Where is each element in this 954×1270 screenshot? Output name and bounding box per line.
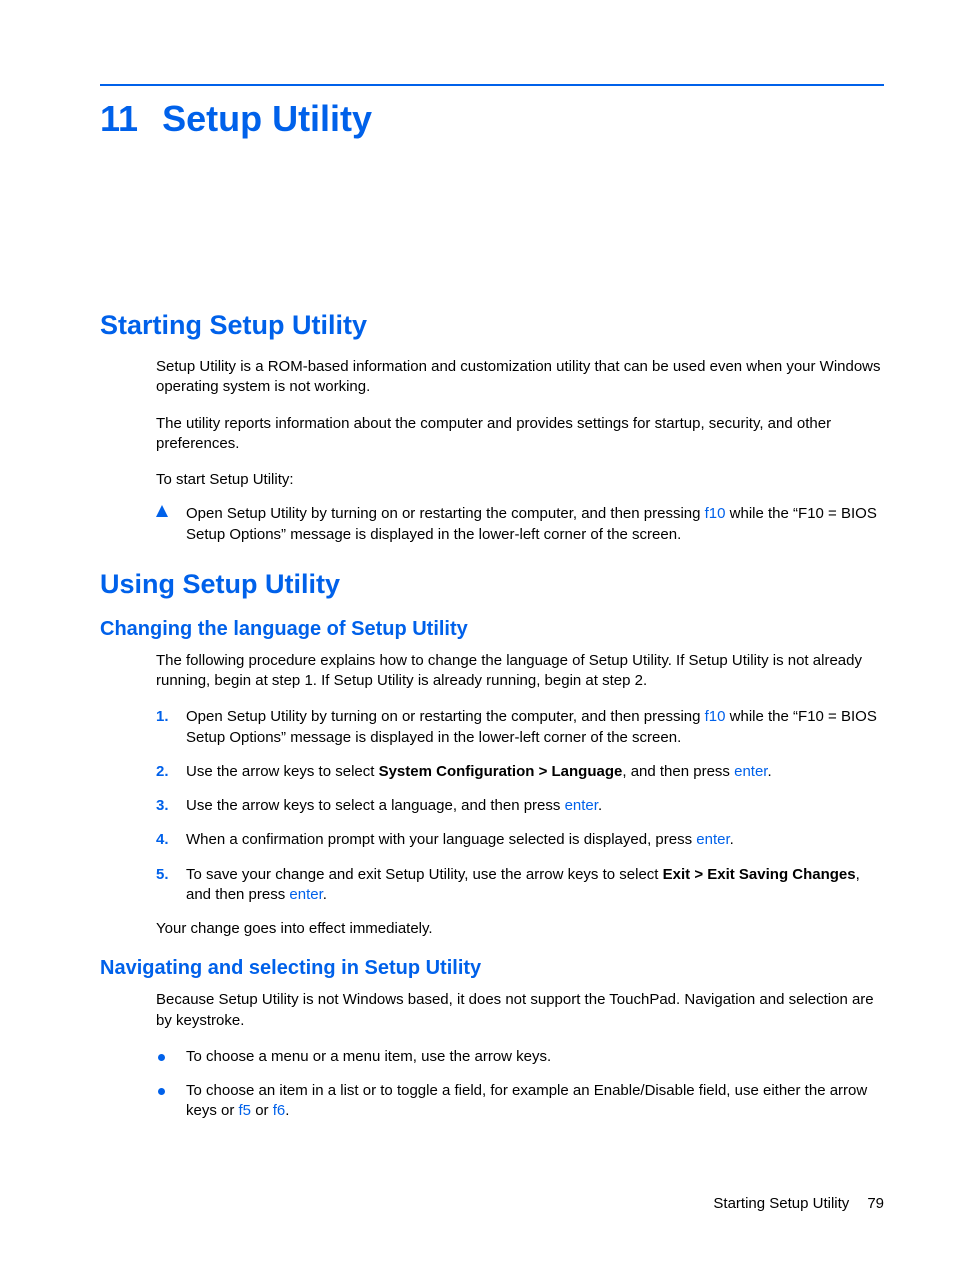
subsection-navigating-heading: Navigating and selecting in Setup Utilit… xyxy=(100,957,884,980)
chapter-title: 11 Setup Utility xyxy=(100,98,884,140)
page-number: 79 xyxy=(867,1195,884,1212)
step-5: 5. To save your change and exit Setup Ut… xyxy=(156,865,884,906)
language-intro: The following procedure explains how to … xyxy=(156,651,884,692)
step-number: 1. xyxy=(156,707,186,727)
key-f5: f5 xyxy=(239,1102,252,1119)
section-using-heading: Using Setup Utility xyxy=(100,569,884,600)
text-part: , and then press xyxy=(622,763,734,780)
starting-p3: To start Setup Utility: xyxy=(156,470,884,490)
bullet-text: To choose an item in a list or to toggle… xyxy=(186,1081,884,1122)
text-part: . xyxy=(285,1102,289,1119)
text-part: or xyxy=(251,1102,273,1119)
step-1: 1. Open Setup Utility by turning on or r… xyxy=(156,707,884,748)
step-text: Use the arrow keys to select a language,… xyxy=(186,796,884,816)
key-enter: enter xyxy=(696,831,729,848)
step-number: 5. xyxy=(156,865,186,885)
text-part: Use the arrow keys to select xyxy=(186,763,379,780)
text-part: . xyxy=(767,763,771,780)
step-text: Open Setup Utility by turning on or rest… xyxy=(186,707,884,748)
language-outro: Your change goes into effect immediately… xyxy=(156,919,884,939)
step-text: When a confirmation prompt with your lan… xyxy=(186,830,884,850)
text-part: Use the arrow keys to select a language,… xyxy=(186,797,565,814)
bullet-1: To choose a menu or a menu item, use the… xyxy=(156,1047,884,1067)
starting-step: Open Setup Utility by turning on or rest… xyxy=(156,504,884,545)
key-enter: enter xyxy=(289,886,322,903)
key-f10: f10 xyxy=(705,708,726,725)
menu-path: Exit > Exit Saving Changes xyxy=(663,866,856,883)
text-part: . xyxy=(323,886,327,903)
subsection-language-heading: Changing the language of Setup Utility xyxy=(100,618,884,641)
chapter-number: 11 xyxy=(100,98,138,139)
triangle-icon xyxy=(156,504,186,517)
starting-step-text: Open Setup Utility by turning on or rest… xyxy=(186,504,884,545)
chapter-rule xyxy=(100,84,884,86)
step-3: 3. Use the arrow keys to select a langua… xyxy=(156,796,884,816)
section-starting-heading: Starting Setup Utility xyxy=(100,310,884,341)
key-f10: f10 xyxy=(705,505,726,522)
page-footer: Starting Setup Utility 79 xyxy=(713,1195,884,1212)
step-number: 2. xyxy=(156,762,186,782)
text-part: To save your change and exit Setup Utili… xyxy=(186,866,663,883)
step-2: 2. Use the arrow keys to select System C… xyxy=(156,762,884,782)
footer-label: Starting Setup Utility xyxy=(713,1195,849,1212)
starting-p1: Setup Utility is a ROM-based information… xyxy=(156,357,884,398)
text-part: . xyxy=(730,831,734,848)
navigating-intro: Because Setup Utility is not Windows bas… xyxy=(156,990,884,1031)
step-text-pre: Open Setup Utility by turning on or rest… xyxy=(186,505,705,522)
text-part: Open Setup Utility by turning on or rest… xyxy=(186,708,705,725)
bullet-2: To choose an item in a list or to toggle… xyxy=(156,1081,884,1122)
bullet-icon xyxy=(156,1081,186,1101)
text-part: . xyxy=(598,797,602,814)
bullet-text: To choose a menu or a menu item, use the… xyxy=(186,1047,884,1067)
step-number: 3. xyxy=(156,796,186,816)
step-number: 4. xyxy=(156,830,186,850)
text-part: When a confirmation prompt with your lan… xyxy=(186,831,696,848)
key-enter: enter xyxy=(734,763,767,780)
key-f6: f6 xyxy=(273,1102,286,1119)
step-text: Use the arrow keys to select System Conf… xyxy=(186,762,884,782)
step-4: 4. When a confirmation prompt with your … xyxy=(156,830,884,850)
menu-path: System Configuration > Language xyxy=(379,763,623,780)
step-text: To save your change and exit Setup Utili… xyxy=(186,865,884,906)
bullet-icon xyxy=(156,1047,186,1067)
starting-p2: The utility reports information about th… xyxy=(156,414,884,455)
chapter-name: Setup Utility xyxy=(162,98,372,139)
key-enter: enter xyxy=(565,797,598,814)
